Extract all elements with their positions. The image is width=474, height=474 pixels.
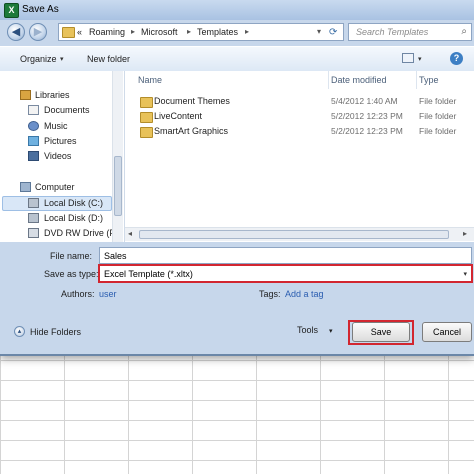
- command-toolbar: Organize ▾ New folder ▾ ?: [0, 46, 474, 72]
- folder-icon: [140, 127, 153, 138]
- file-row[interactable]: LiveContent 5/2/2012 12:23 PM File folde…: [125, 110, 474, 124]
- pictures-icon: [28, 136, 39, 146]
- file-name-label: File name:: [50, 251, 93, 261]
- window-title: Save As: [22, 4, 59, 15]
- hide-folders-icon[interactable]: ▴: [14, 326, 25, 337]
- organize-dropdown-icon[interactable]: ▾: [60, 55, 64, 63]
- scroll-right-icon[interactable]: ▸: [463, 229, 467, 238]
- file-name-value[interactable]: Sales: [104, 251, 127, 261]
- drive-icon: [28, 198, 39, 208]
- column-separator[interactable]: [328, 71, 329, 89]
- navigation-pane: Libraries Documents Music Pictures Video…: [0, 71, 125, 242]
- breadcrumb-separator-icon[interactable]: ▸: [187, 27, 191, 36]
- file-name-field[interactable]: Sales: [99, 247, 472, 264]
- folder-icon: [140, 97, 153, 108]
- breadcrumb-separator-icon[interactable]: ▸: [131, 27, 135, 36]
- dvd-icon: [28, 228, 39, 238]
- cancel-button[interactable]: Cancel: [422, 322, 472, 342]
- save-as-type-select[interactable]: Excel Template (*.xltx) ▾: [98, 264, 473, 283]
- breadcrumb-templates[interactable]: Templates: [197, 27, 238, 37]
- folder-icon: [140, 112, 153, 123]
- nav-item-pictures[interactable]: Pictures: [44, 136, 77, 146]
- column-header-name[interactable]: Name: [138, 75, 162, 85]
- save-as-type-value[interactable]: Excel Template (*.xltx): [104, 269, 193, 279]
- address-row: ◀ ▶ « Roaming ▸ Microsoft ▸ Templates ▸ …: [0, 22, 474, 44]
- excel-icon: X: [4, 3, 19, 18]
- column-header-type[interactable]: Type: [419, 75, 439, 85]
- file-name: LiveContent: [154, 111, 203, 121]
- file-list-scrollbar[interactable]: ◂ ▸: [125, 227, 474, 241]
- file-row[interactable]: Document Themes 5/4/2012 1:40 AM File fo…: [125, 95, 474, 109]
- nav-item-videos[interactable]: Videos: [44, 151, 71, 161]
- search-box[interactable]: Search Templates ⌕: [348, 23, 472, 41]
- file-type: File folder: [419, 126, 457, 136]
- file-type: File folder: [419, 111, 457, 121]
- column-header-date[interactable]: Date modified: [331, 75, 387, 85]
- file-row[interactable]: SmartArt Graphics 5/2/2012 12:23 PM File…: [125, 125, 474, 139]
- nav-item-documents[interactable]: Documents: [44, 105, 90, 115]
- organize-button[interactable]: Organize: [20, 54, 57, 64]
- nav-item-music[interactable]: Music: [44, 121, 68, 131]
- tools-button[interactable]: Tools: [297, 325, 318, 335]
- column-separator[interactable]: [416, 71, 417, 89]
- folder-icon: [62, 27, 75, 38]
- new-folder-button[interactable]: New folder: [87, 54, 130, 64]
- music-icon: [28, 121, 39, 131]
- nav-item-libraries[interactable]: Libraries: [35, 90, 70, 100]
- computer-icon: [20, 182, 31, 192]
- breadcrumb-separator-icon[interactable]: ▸: [245, 27, 249, 36]
- file-date: 5/4/2012 1:40 AM: [331, 96, 398, 106]
- tools-dropdown-icon[interactable]: ▾: [329, 327, 333, 335]
- breadcrumb-roaming[interactable]: Roaming: [89, 27, 125, 37]
- address-bar[interactable]: « Roaming ▸ Microsoft ▸ Templates ▸ ▾ ⟳: [58, 23, 344, 41]
- views-icon[interactable]: [402, 53, 414, 63]
- file-name: Document Themes: [154, 96, 230, 106]
- videos-icon: [28, 151, 39, 161]
- hide-folders-button[interactable]: Hide Folders: [30, 327, 81, 337]
- file-type: File folder: [419, 96, 457, 106]
- nav-scrollbar-thumb[interactable]: [114, 156, 122, 216]
- authors-value[interactable]: user: [99, 289, 117, 299]
- file-list: Name Date modified Type Document Themes …: [125, 71, 474, 242]
- back-button[interactable]: ◀: [7, 23, 25, 41]
- help-icon[interactable]: ?: [450, 52, 463, 65]
- library-icon: [20, 90, 31, 100]
- breadcrumb-microsoft[interactable]: Microsoft: [141, 27, 178, 37]
- search-icon: ⌕: [461, 26, 467, 37]
- save-button[interactable]: Save: [352, 322, 410, 342]
- views-dropdown-icon[interactable]: ▾: [418, 55, 422, 63]
- file-date: 5/2/2012 12:23 PM: [331, 126, 403, 136]
- search-input[interactable]: Search Templates: [356, 27, 428, 37]
- authors-label: Authors:: [61, 289, 95, 299]
- forward-button[interactable]: ▶: [29, 23, 47, 41]
- file-name: SmartArt Graphics: [154, 126, 229, 136]
- nav-item-local-disk-c[interactable]: Local Disk (C:): [44, 198, 103, 208]
- documents-icon: [28, 105, 39, 115]
- refresh-icon[interactable]: ⟳: [329, 27, 340, 38]
- save-as-dialog: X Save As ◀ ▶ « Roaming ▸ Microsoft ▸ Te…: [0, 0, 474, 356]
- nav-scrollbar[interactable]: [112, 71, 123, 242]
- scroll-left-icon[interactable]: ◂: [128, 229, 132, 238]
- nav-item-dvd-drive[interactable]: DVD RW Drive (F:: [44, 228, 117, 238]
- file-list-scrollbar-thumb[interactable]: [139, 230, 449, 239]
- save-as-type-label: Save as type:: [44, 269, 99, 279]
- tags-value[interactable]: Add a tag: [285, 289, 324, 299]
- tags-label: Tags:: [259, 289, 281, 299]
- nav-item-computer[interactable]: Computer: [35, 182, 75, 192]
- chevron-down-icon[interactable]: ▾: [463, 270, 467, 278]
- nav-item-local-disk-d[interactable]: Local Disk (D:): [44, 213, 103, 223]
- title-bar: X Save As: [0, 0, 474, 20]
- address-dropdown-icon[interactable]: ▾: [317, 27, 321, 36]
- drive-icon: [28, 213, 39, 223]
- file-date: 5/2/2012 12:23 PM: [331, 111, 403, 121]
- breadcrumb-overflow[interactable]: «: [77, 27, 82, 37]
